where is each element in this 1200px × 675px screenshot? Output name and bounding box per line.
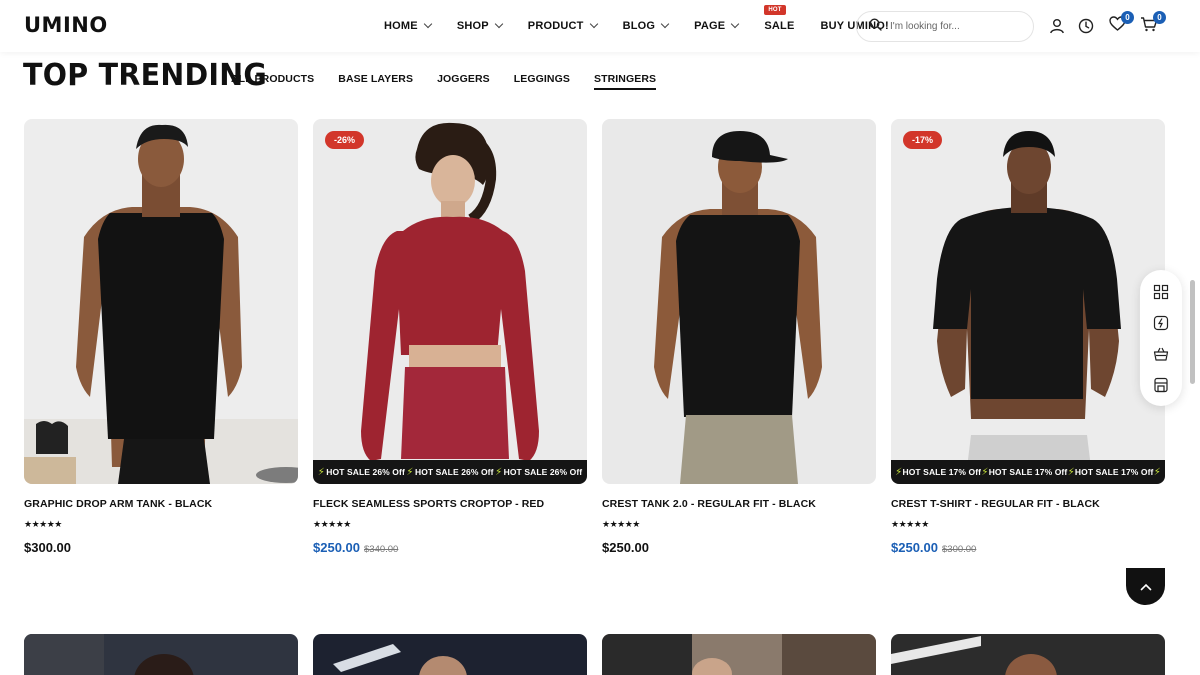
nav-product-label: PRODUCT [527,20,584,32]
nav-page[interactable]: PAGE [694,19,740,32]
search-input[interactable] [890,21,1020,32]
product-title[interactable]: GRAPHIC DROP ARM TANK - BLACK [24,498,298,510]
cart-button[interactable]: 0 [1139,11,1166,36]
product-photo-model [333,644,467,675]
price-row: $250.00 $300.00 [891,540,1165,555]
side-tools-panel [1140,270,1182,406]
bolt-icon: ⚡ [317,466,325,478]
ticker-text: HOT SALE 26% Off [326,467,405,477]
basket-icon[interactable] [1151,344,1171,364]
tab-joggers[interactable]: JOGGERS [437,73,490,90]
nav-shop[interactable]: SHOP [456,19,504,32]
compare-icon[interactable] [1151,313,1171,333]
nav-home-label: HOME [384,20,418,32]
sale-ticker: ⚡ HOT SALE 17% Off ⚡ HOT SALE 17% Off ⚡ … [891,460,1165,484]
site-header: UMINO HOME SHOP PRODUCT BLOG PAGE HOT SA… [0,0,1200,52]
main-nav: HOME SHOP PRODUCT BLOG PAGE HOT SALE BUY… [384,0,915,52]
price-row: $300.00 [24,540,298,555]
product-photo-model [24,124,298,484]
chevron-down-icon [731,19,740,29]
bolt-icon: ⚡ [406,466,414,478]
product-card[interactable]: -17% ⚡ HOT SALE 17% Off ⚡ HOT SALE 17% O… [891,119,1165,555]
ticker-text: HOT SALE 17% Off [902,467,982,477]
rating-stars: ★★★★★ [891,519,929,529]
tab-all-products[interactable]: ALL PRODUCTS [231,73,314,90]
product-price: $250.00 [891,540,938,555]
chevron-down-icon [660,19,670,29]
rating-stars: ★★★★★ [313,519,351,529]
product-image[interactable] [602,634,876,675]
page-scrollbar[interactable] [1190,280,1195,384]
product-image[interactable] [602,119,876,484]
nav-shop-label: SHOP [456,20,489,32]
wishlist-count: 0 [1121,11,1134,24]
search-icon[interactable] [869,17,882,36]
product-photo-model [654,131,822,484]
rating-stars: ★★★★★ [24,519,62,529]
original-price: $340.00 [364,544,399,555]
product-title[interactable]: CREST T-SHIRT - REGULAR FIT - BLACK [891,498,1165,510]
product-photo-model [602,634,876,675]
nav-blog-label: BLOG [622,20,656,32]
bolt-icon: ⚡ [895,466,903,478]
rating-stars: ★★★★★ [602,519,640,529]
site-logo[interactable]: UMINO [24,13,108,37]
product-title[interactable]: FLECK SEAMLESS SPORTS CROPTOP - RED [313,498,587,510]
ticker-text: HOT SALE 26% Off [503,467,583,477]
product-title[interactable]: CREST TANK 2.0 - REGULAR FIT - BLACK [602,498,876,510]
nav-product[interactable]: PRODUCT [527,19,598,32]
tab-base-layers[interactable]: BASE LAYERS [338,73,413,90]
search-box[interactable] [856,11,1034,42]
cart-count: 0 [1153,11,1166,24]
original-price: $300.00 [942,544,977,555]
product-image[interactable] [24,634,298,675]
sale-ticker: ⚡ HOT SALE 26% Off ⚡ HOT SALE 26% Off ⚡ … [313,460,587,484]
nav-blog[interactable]: BLOG [622,19,670,32]
nav-sale-label: SALE [764,20,795,32]
discount-badge: -17% [903,131,943,149]
back-to-top-button[interactable] [1126,568,1165,605]
tab-stringers[interactable]: STRINGERS [593,73,657,90]
product-photo-model [24,634,194,675]
product-image[interactable] [313,634,587,675]
store-icon[interactable] [1151,375,1171,395]
hot-badge: HOT [764,5,786,15]
user-icon[interactable] [1047,16,1067,36]
product-photo-model [933,131,1121,484]
product-image[interactable] [891,634,1165,675]
product-image[interactable]: -17% ⚡ HOT SALE 17% Off ⚡ HOT SALE 17% O… [891,119,1165,484]
price-row: $250.00 [602,540,876,555]
chevron-down-icon [423,19,433,29]
grid-icon[interactable] [1151,282,1171,302]
bolt-icon: ⚡ [495,466,503,478]
product-price: $250.00 [313,540,360,555]
price-row: $250.00 $340.00 [313,540,587,555]
nav-home[interactable]: HOME [384,19,433,32]
tab-leggings[interactable]: LEGGINGS [514,73,570,90]
category-tabs: ALL PRODUCTS BASE LAYERS JOGGERS LEGGING… [231,73,680,90]
product-price: $250.00 [602,540,649,555]
nav-page-label: PAGE [694,20,726,32]
product-card[interactable]: CREST TANK 2.0 - REGULAR FIT - BLACK ★★★… [602,119,876,555]
chevron-down-icon [494,19,504,29]
product-image[interactable] [24,119,298,484]
bolt-icon: ⚡ [1153,466,1161,478]
product-photo-model [891,636,1057,675]
discount-badge: -26% [325,131,365,149]
product-image[interactable]: -26% ⚡ HOT SALE 26% Off ⚡ HOT SALE 26% O… [313,119,587,484]
chevron-down-icon [589,19,598,29]
ticker-text: HOT SALE 26% Off [414,467,494,477]
wishlist-button[interactable]: 0 [1107,11,1134,36]
ticker-text: HOT SALE 17% Off [1074,467,1154,477]
product-price: $300.00 [24,540,71,555]
ticker-text: HOT SALE 17% Off [988,467,1068,477]
chevron-up-icon [1140,578,1152,596]
product-card[interactable]: -26% ⚡ HOT SALE 26% Off ⚡ HOT SALE 26% O… [313,119,587,555]
product-photo-model [361,122,539,461]
product-card[interactable]: GRAPHIC DROP ARM TANK - BLACK ★★★★★ $300… [24,119,298,555]
bolt-icon: ⚡ [1067,466,1075,478]
nav-sale[interactable]: HOT SALE [764,5,795,32]
history-icon[interactable] [1076,16,1096,36]
bolt-icon: ⚡ [981,466,989,478]
